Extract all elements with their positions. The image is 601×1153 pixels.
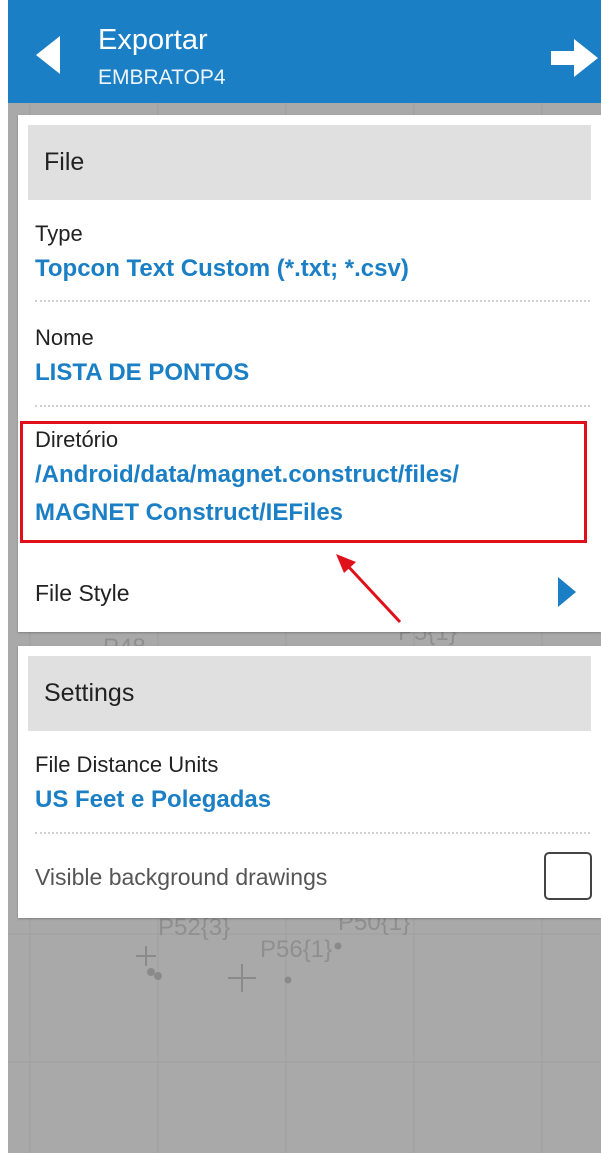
divider — [35, 300, 590, 302]
page-title: Exportar — [98, 24, 208, 56]
file-style-label[interactable]: File Style — [35, 580, 130, 607]
visible-bg-label: Visible background drawings — [35, 864, 328, 890]
name-label: Nome — [35, 325, 94, 350]
annotation-arrow-icon — [336, 554, 402, 624]
name-value[interactable]: LISTA DE PONTOS — [35, 355, 249, 390]
chevron-left-icon — [36, 36, 60, 74]
app-header: Exportar EMBRATOP4 — [8, 0, 601, 103]
back-button[interactable] — [30, 30, 70, 80]
divider — [35, 832, 590, 834]
forward-button[interactable] — [548, 36, 601, 80]
chevron-right-icon[interactable] — [556, 577, 576, 607]
point-label: P52{3} — [158, 914, 230, 941]
type-value[interactable]: Topcon Text Custom (*.txt; *.csv) — [35, 251, 409, 286]
distance-units-label: File Distance Units — [35, 752, 219, 777]
distance-units-value[interactable]: US Feet e Polegadas — [35, 782, 271, 817]
type-label: Type — [35, 221, 83, 246]
page-subtitle: EMBRATOP4 — [98, 66, 226, 89]
arrow-right-icon — [551, 39, 598, 77]
settings-card: Settings File Distance Units US Feet e P… — [18, 646, 601, 918]
settings-section-header: Settings — [28, 656, 591, 731]
divider — [35, 405, 590, 407]
screen: P52{3} P56{1} P50{1} P48 P5{1} Exportar … — [8, 0, 601, 1153]
point-label: P56{1} — [260, 936, 332, 963]
highlight-box — [20, 421, 587, 543]
file-card: File Type Topcon Text Custom (*.txt; *.c… — [18, 115, 601, 632]
visible-bg-checkbox[interactable] — [544, 852, 592, 900]
file-section-header: File — [28, 125, 591, 200]
